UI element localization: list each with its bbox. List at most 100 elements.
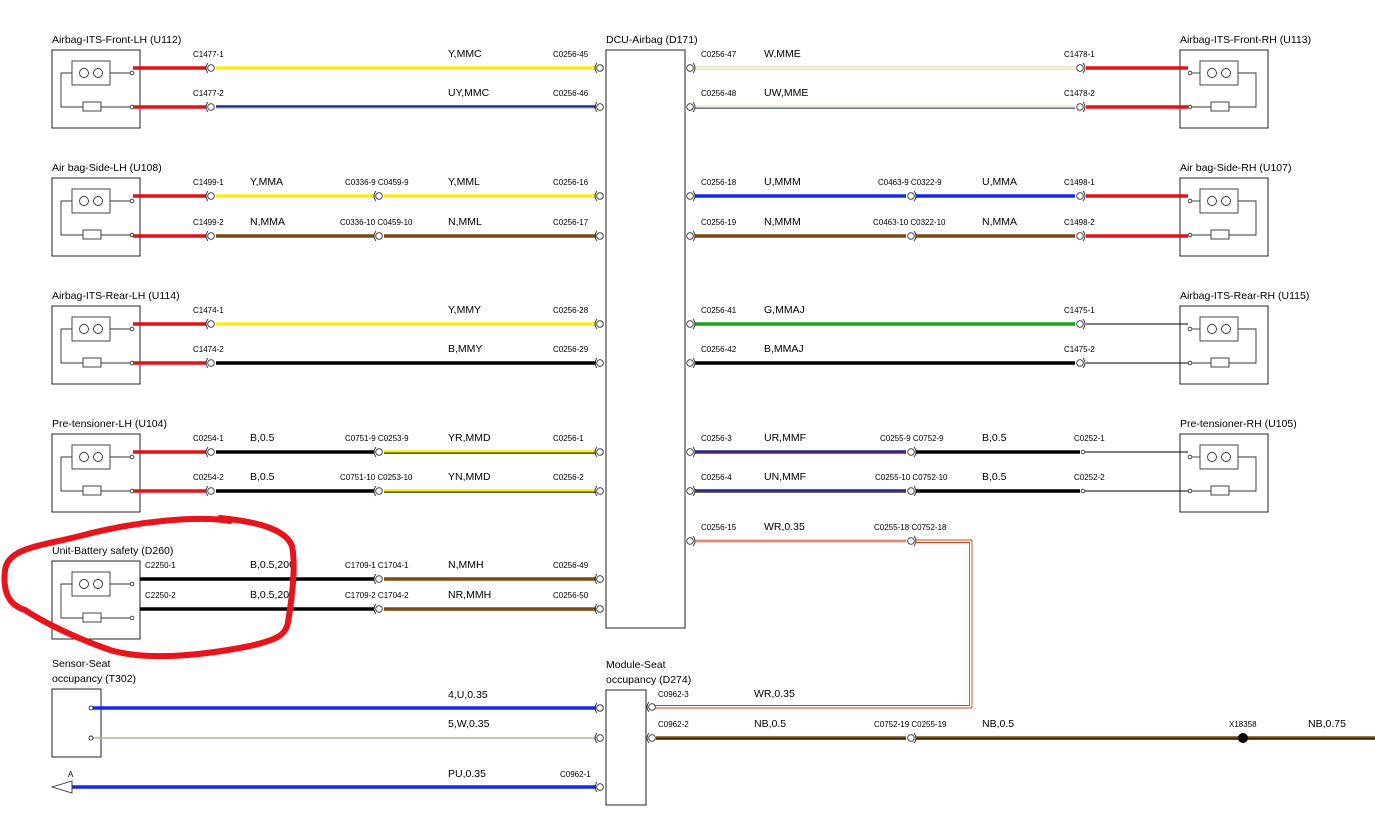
wire-label-r8-1: B,0.5 [982,471,1007,483]
pin-label-l5-end: C0256-28 [553,306,589,315]
connector-r5-0-ring [1076,320,1084,328]
box-front-rh-squib-c1 [1207,68,1217,78]
connector-l8-0-ring [207,487,215,495]
connector-dcu-l10-ring [596,605,604,613]
box-side-rh [1179,177,1269,257]
connector-l4-0-ring [207,232,215,240]
pin-label-c0962-3: C0962-3 [658,690,689,699]
connector-dcu-r4-ring [686,232,694,240]
wire-label-r6-0: B,MMAJ [764,343,804,355]
box-pretensioner-rh [1179,433,1269,513]
pin-label-r7-start: C0256-3 [701,434,732,443]
wire-label-wr-0-35: WR,0.35 [764,521,805,533]
connector-r4-0-ring [907,232,915,240]
box-front-lh-squib-c1 [79,68,89,78]
splice-label-r3: C0463-9 C0322-9 [878,178,942,187]
splice-label-l10: C1709-2 C1704-2 [345,591,409,600]
box-side-rh-resistor [1210,229,1230,240]
pin-pret-rh-0 [1080,449,1086,455]
connector-dcu-l1-ring [596,64,604,72]
component-title-module-line1: Module-Seat [606,659,666,671]
component-title-sensor-line1: Sensor-Seat [52,658,110,670]
component-title-side-lh: Air bag-Side-LH (U108) [52,162,162,174]
wire-label-l5-0: Y,MMY [448,304,481,316]
box-rear-lh-squib-c2 [93,324,103,334]
splice-label-l9: C1709-1 C1704-1 [345,561,409,570]
box-battery-safety-pin-bottom [129,615,135,621]
box-battery-safety-pin-top [129,581,135,587]
wire-label-l4-1: N,MML [448,216,482,228]
splice-label-r7: C0255-9 C0752-9 [880,434,944,443]
wire-label-l3-0: Y,MMA [250,176,283,188]
box-pretensioner-lh-squib-c2 [93,452,103,462]
connector-dcu-l6-ring [596,359,604,367]
wire-label-nb-0-5: NB,0.5 [754,718,786,730]
pin-label-l9-end: C0256-49 [553,561,589,570]
connector-l7-1-ring [375,448,383,456]
wire-label-nb-0-75: NB,0.75 [1308,718,1346,730]
pin-label-l8-start: C0254-2 [193,473,224,482]
connector-module-wr-ring [648,703,656,711]
connector-dcu-l3-ring [596,192,604,200]
pin-sensor-2 [88,735,94,741]
box-rear-lh-squib-c1 [79,324,89,334]
wire-label-r7-0: UR,MMF [764,432,806,444]
pin-label-l6-end: C0256-29 [553,345,589,354]
box-battery-safety [51,560,141,640]
wire-label-pu-0-35: PU,0.35 [448,768,486,780]
box-battery-safety-squib-c1 [79,579,89,589]
connector-dcu-l9-ring [596,575,604,583]
wire-label-l7-0: B,0.5 [250,432,275,444]
connector-r6-0-ring [1076,359,1084,367]
pin-sensor-1 [88,705,94,711]
arrow-label-a: A [68,770,74,779]
connector-dcu-l2-ring [596,103,604,111]
pin-label-r1-end: C1478-1 [1064,50,1095,59]
box-side-lh-squib [71,188,111,214]
wire-label-l9-0: B,0.5,200 [250,559,295,571]
connector-r2-0-ring [1076,103,1084,111]
pin-label-l1-end: C0256-45 [553,50,589,59]
component-title-battery-safety: Unit-Battery safety (D260) [52,545,173,557]
pin-label-r3-end: C1498-1 [1064,178,1095,187]
module-seat-occupancy-box [605,689,647,806]
wire-label-r4-1: N,MMA [982,216,1017,228]
component-title-front-lh: Airbag-ITS-Front-LH (U112) [52,34,181,46]
box-pretensioner-rh-squib-c2 [1221,452,1231,462]
wire-label-l10-1: NR,MMH [448,589,491,601]
pin-label-r5-start: C0256-41 [701,306,737,315]
wire-label-4-u-0-35: 4,U,0.35 [448,689,488,701]
component-title-rear-lh: Airbag-ITS-Rear-LH (U114) [52,290,180,302]
box-pretensioner-rh-squib-c1 [1207,452,1217,462]
box-rear-lh [51,305,141,385]
box-front-rh [1179,49,1269,129]
box-rear-lh-pin-top [129,326,135,332]
pin-label-l4-end: C0256-17 [553,218,589,227]
box-pretensioner-rh-pin-top [1187,454,1193,460]
connector-r4-1-ring [1076,232,1084,240]
wire-label-r4-0: N,MMM [764,216,801,228]
component-title-side-rh: Air bag-Side-RH (U107) [1180,162,1291,174]
box-front-rh-squib-c2 [1221,68,1231,78]
pin-label-c0962-2: C0962-2 [658,720,689,729]
pin-label-l3-start: C1499-1 [193,178,224,187]
connector-r3-1-ring [1076,192,1084,200]
connector-dcu-r8-ring [686,487,694,495]
box-rear-rh-squib-c1 [1207,324,1217,334]
wire-label-l7-1: YR,MMD [448,432,491,444]
wire-label-r3-1: U,MMA [982,176,1017,188]
connector-wr-splice-ring [907,537,915,545]
pin-label-r8-end: C0252-2 [1074,473,1105,482]
pin-label-r4-start: C0256-19 [701,218,737,227]
component-title-pretensioner-rh: Pre-tensioner-RH (U105) [1180,418,1297,430]
splice-label-c0752-19: C0752-19 C0255-19 [874,720,947,729]
connector-l7-0-ring [207,448,215,456]
connector-r1-0-ring [1076,64,1084,72]
connector-dcu-l4-ring [596,232,604,240]
pin-label-l2-start: C1477-2 [193,89,224,98]
box-side-lh-resistor [82,229,102,240]
component-title-front-rh: Airbag-ITS-Front-RH (U113) [1180,34,1311,46]
component-title-module-line2: occupancy (D274) [606,674,691,686]
connector-module-5-ring [596,734,604,742]
connector-dcu-r7-ring [686,448,694,456]
